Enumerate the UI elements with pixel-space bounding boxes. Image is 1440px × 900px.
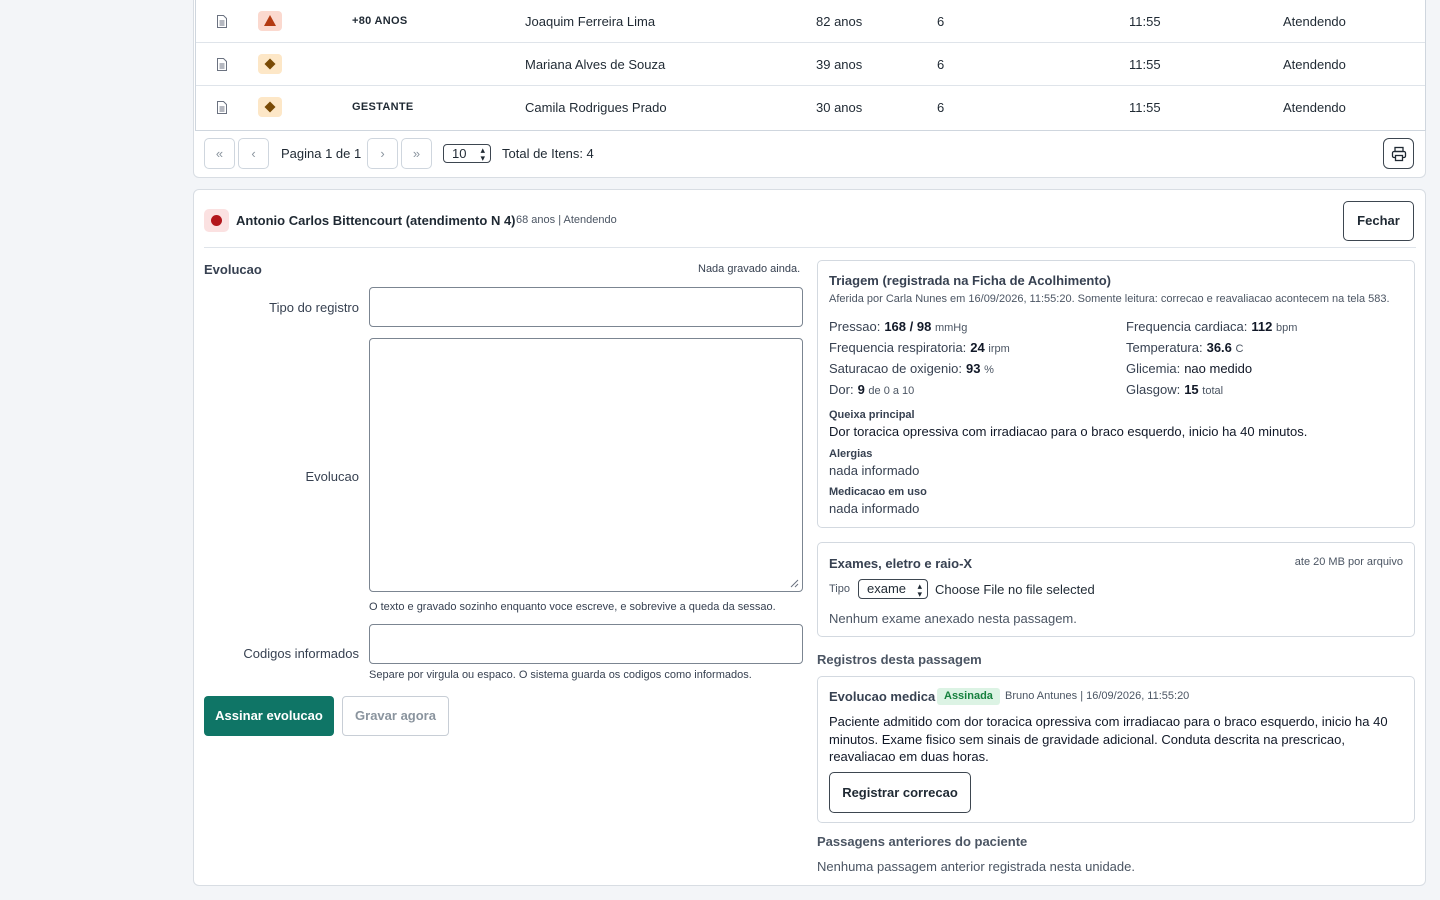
allergies-text: nada informado xyxy=(829,463,920,478)
patient-subtitle: 68 anos | Atendendo xyxy=(516,214,617,226)
vital-respiratory-rate: Frequencia respiratoria: 24 irpm xyxy=(829,340,1010,355)
priority-orange-diamond-icon xyxy=(258,97,282,117)
record-meta: Bruno Antunes | 16/09/2026, 11:55:20 xyxy=(1005,690,1190,702)
patient-name: Joaquim Ferreira Lima xyxy=(525,14,656,29)
queue-table-card: +80 ANOS Joaquim Ferreira Lima 82 anos 6… xyxy=(193,0,1426,178)
complaint-heading: Queixa principal xyxy=(829,409,915,421)
document-icon[interactable] xyxy=(216,86,232,129)
signed-badge: Assinada xyxy=(937,688,1000,705)
patient-title: Antonio Carlos Bittencourt (atendimento … xyxy=(236,213,516,228)
evolution-title: Evolucao xyxy=(204,262,262,277)
evolution-label: Evolucao xyxy=(305,469,359,484)
exam-type-value: exame xyxy=(867,581,907,596)
patient-age: 30 anos xyxy=(816,100,863,115)
print-button[interactable] xyxy=(1383,138,1414,169)
record-text: Paciente admitido com dor toracica opres… xyxy=(829,714,1388,764)
select-arrows-icon: ▴ ▾ xyxy=(480,145,485,163)
table-row[interactable]: Mariana Alves de Souza 39 anos 6 11:55 A… xyxy=(196,43,1425,86)
pagination: « ‹ Pagina 1 de 1 › » 10 ▴ ▾ Total de Iten… xyxy=(204,138,1416,170)
queue-table: +80 ANOS Joaquim Ferreira Lima 82 anos 6… xyxy=(195,0,1426,131)
triage-panel: Triagem (registrada na Ficha de Acolhime… xyxy=(817,260,1415,528)
evolution-textarea[interactable] xyxy=(369,338,803,592)
patient-age: 82 anos xyxy=(816,14,863,29)
record-item: Evolucao medica Assinada Bruno Antunes |… xyxy=(817,676,1415,823)
previous-visits-empty: Nenhuma passagem anterior registrada nes… xyxy=(817,859,1135,874)
next-page-button[interactable]: › xyxy=(367,138,398,169)
exams-empty: Nenhum exame anexado nesta passagem. xyxy=(829,611,1077,626)
triage-subtitle: Aferida por Carla Nunes em 16/09/2026, 1… xyxy=(829,293,1390,305)
vital-pain: Dor: 9 de 0 a 10 xyxy=(829,382,915,397)
triage-title: Triagem (registrada na Ficha de Acolhime… xyxy=(829,273,1111,288)
total-items: Total de Itens: 4 xyxy=(502,146,594,161)
record-type-label: Tipo do registro xyxy=(269,300,359,315)
row-time: 11:55 xyxy=(1129,100,1161,115)
table-row[interactable]: +80 ANOS Joaquim Ferreira Lima 82 anos 6… xyxy=(196,0,1425,43)
priority-red-triangle-icon xyxy=(258,11,282,31)
document-icon[interactable] xyxy=(216,0,232,43)
codes-input[interactable] xyxy=(369,624,803,664)
resize-handle-icon[interactable] xyxy=(790,579,799,588)
allergies-heading: Alergias xyxy=(829,448,873,460)
select-arrows-icon: ▴ ▾ xyxy=(917,581,922,599)
patient-name: Camila Rodrigues Prado xyxy=(525,100,667,115)
table-row[interactable]: GESTANTE Camila Rodrigues Prado 30 anos … xyxy=(196,86,1425,129)
previous-visits-title: Passagens anteriores do paciente xyxy=(817,834,1028,849)
patient-name: Mariana Alves de Souza xyxy=(525,57,666,72)
vital-glycemia: Glicemia: nao medido xyxy=(1126,361,1253,376)
first-page-button[interactable]: « xyxy=(204,138,235,169)
records-title: Registros desta passagem xyxy=(817,652,982,667)
page-label: Pagina 1 de 1 xyxy=(281,146,362,161)
document-icon[interactable] xyxy=(216,43,232,86)
row-status: Atendendo xyxy=(1283,57,1346,72)
patient-detail-card: Antonio Carlos Bittencourt (atendimento … xyxy=(193,189,1426,886)
last-page-button[interactable]: » xyxy=(401,138,432,169)
complaint-text: Dor toracica opressiva com irradiacao pa… xyxy=(829,424,1308,439)
codes-label: Codigos informados xyxy=(243,646,359,661)
priority-tag: +80 ANOS xyxy=(352,15,408,27)
exams-limit: ate 20 MB por arquivo xyxy=(1294,556,1403,568)
save-now-button[interactable]: Gravar agora xyxy=(342,696,449,736)
row-status: Atendendo xyxy=(1283,100,1346,115)
patient-header: Antonio Carlos Bittencourt (atendimento … xyxy=(204,190,1416,248)
row-time: 11:55 xyxy=(1129,14,1161,29)
medications-heading: Medicacao em uso xyxy=(829,486,927,498)
patient-age: 39 anos xyxy=(816,57,863,72)
vital-temperature: Temperatura: 36.6 C xyxy=(1126,340,1244,355)
save-state: Nada gravado ainda. xyxy=(698,263,801,275)
prev-page-button[interactable]: ‹ xyxy=(238,138,269,169)
priority-red-dot-icon xyxy=(204,209,229,232)
exams-title: Exames, eletro e raio-X xyxy=(829,556,973,571)
file-chooser[interactable]: Choose File no file selected xyxy=(935,582,1095,597)
vital-oxygen-saturation: Saturacao de oxigenio: 93 % xyxy=(829,361,994,376)
exam-type-label: Tipo xyxy=(829,583,850,595)
vital-pressure: Pressao: 168 / 98 mmHg xyxy=(829,319,968,334)
evolution-help: O texto e gravado sozinho enquanto voce … xyxy=(369,601,776,613)
medications-text: nada informado xyxy=(829,501,920,516)
exam-type-select[interactable]: exame ▴ ▾ xyxy=(858,579,928,599)
vital-glasgow: Glasgow: 15 total xyxy=(1126,382,1224,397)
sign-evolution-button[interactable]: Assinar evolucao xyxy=(204,696,334,736)
page-size-select[interactable]: 10 ▴ ▾ xyxy=(443,144,491,163)
exams-panel: Exames, eletro e raio-X ate 20 MB por ar… xyxy=(817,542,1415,637)
codes-help: Separe por virgula ou espaco. O sistema … xyxy=(369,669,752,681)
record-type-input[interactable] xyxy=(369,287,803,327)
page-size-value: 10 xyxy=(452,146,467,161)
row-number: 6 xyxy=(937,100,945,115)
priority-tag: GESTANTE xyxy=(352,101,414,113)
row-status: Atendendo xyxy=(1283,14,1346,29)
printer-icon xyxy=(1391,146,1407,162)
vital-heart-rate: Frequencia cardiaca: 112 bpm xyxy=(1126,319,1298,334)
row-time: 11:55 xyxy=(1129,57,1161,72)
row-number: 6 xyxy=(937,57,945,72)
register-correction-button[interactable]: Registrar correcao xyxy=(829,772,971,813)
record-title: Evolucao medica xyxy=(829,689,936,704)
close-button[interactable]: Fechar xyxy=(1343,201,1414,241)
row-number: 6 xyxy=(937,14,945,29)
priority-orange-diamond-icon xyxy=(258,54,282,74)
